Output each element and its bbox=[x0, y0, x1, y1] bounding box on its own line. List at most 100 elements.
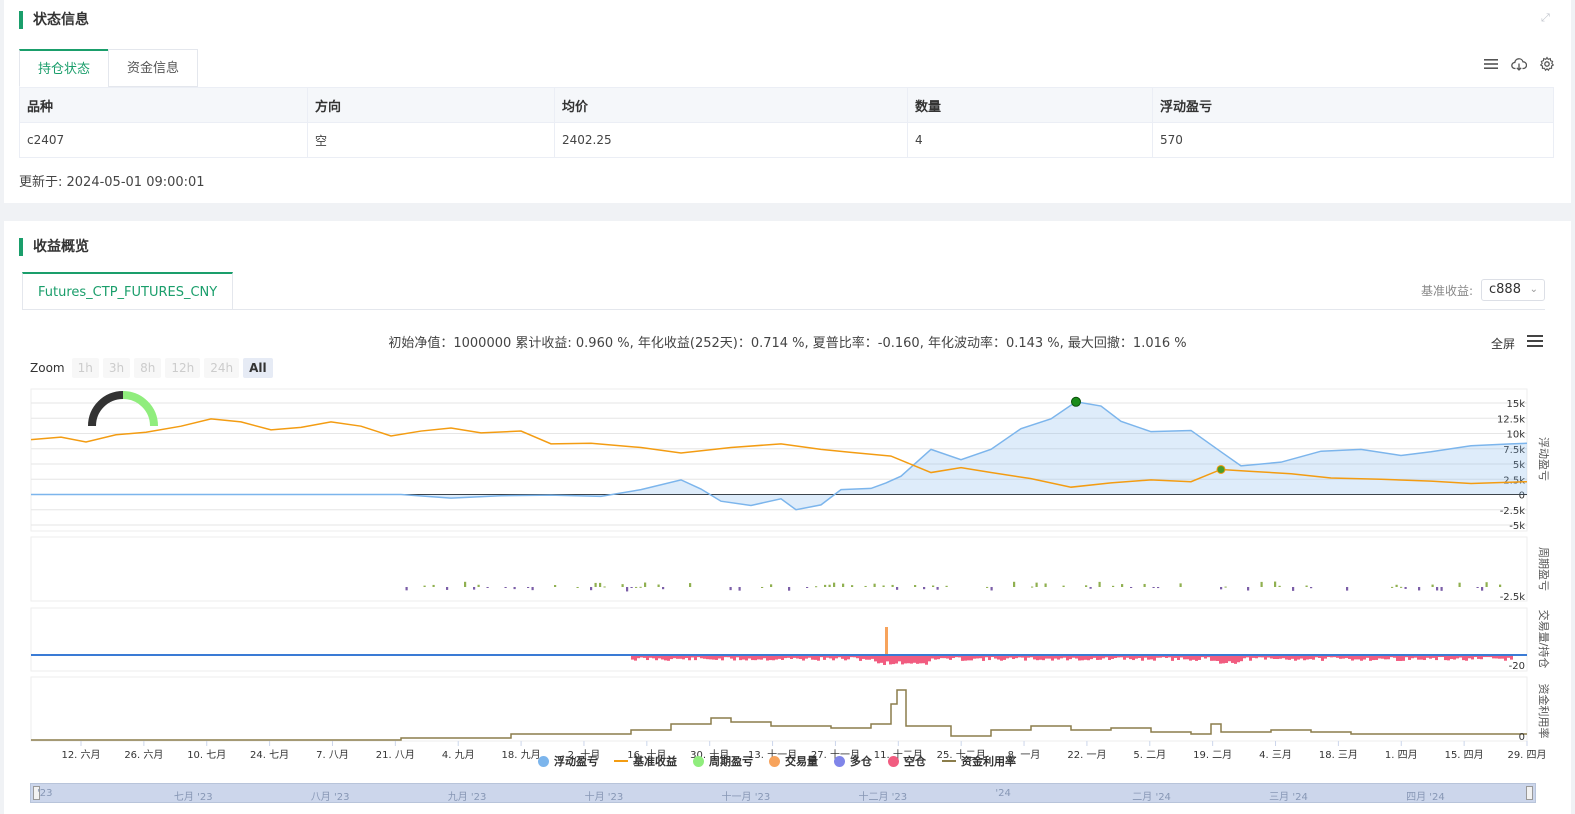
x-tick-label: 4. 九月 bbox=[442, 749, 475, 761]
period-pnl-bar bbox=[1431, 584, 1434, 587]
period-pnl-bar bbox=[1044, 583, 1047, 587]
period-pnl-bar bbox=[945, 585, 948, 587]
navigator-label: 四月 '24 bbox=[1406, 792, 1445, 803]
status-panel: 状态信息 ⤢ 持仓状态 资金信息 品种 方向 均价 数量 浮动盈亏 c2407 … bbox=[4, 0, 1571, 203]
navigator-label: '24 bbox=[995, 788, 1011, 799]
profit-panel: 收益概览 Futures_CTP_FUTURES_CNY 基准收益: c888 … bbox=[4, 221, 1571, 814]
col-header: 品种 bbox=[19, 87, 308, 123]
period-pnl-bar bbox=[576, 586, 579, 588]
period-pnl-bar bbox=[738, 587, 741, 591]
short-position-bar bbox=[907, 655, 910, 664]
navigator-label: 三月 '24 bbox=[1269, 792, 1308, 803]
legend-item-short[interactable]: 空仓 bbox=[888, 753, 926, 769]
period-pnl-bar bbox=[486, 587, 489, 588]
legend-label: 浮动盈亏 bbox=[554, 755, 598, 768]
period-pnl-bar bbox=[644, 582, 647, 587]
legend-item-float-pnl[interactable]: 浮动盈亏 bbox=[538, 753, 598, 769]
period-pnl-bar bbox=[873, 583, 876, 587]
short-position-bar bbox=[1222, 655, 1225, 664]
period-pnl-bar bbox=[824, 584, 827, 587]
table-header-row: 品种 方向 均价 数量 浮动盈亏 bbox=[19, 87, 1554, 123]
legend-item-benchmark[interactable]: 基准收益 bbox=[614, 753, 677, 769]
period-pnl-bar bbox=[662, 587, 665, 590]
x-tick-label: 1. 四月 bbox=[1385, 749, 1418, 761]
period-pnl-bar bbox=[1310, 587, 1313, 589]
period-pnl-bar bbox=[621, 584, 624, 587]
period-pnl-bar bbox=[1013, 581, 1016, 587]
period-pnl-bar bbox=[729, 587, 732, 591]
period-pnl-bar bbox=[1395, 584, 1398, 587]
period-pnl-bar bbox=[932, 585, 935, 587]
legend-item-utilization[interactable]: 资金利用率 bbox=[942, 753, 1016, 769]
period-pnl-bar bbox=[864, 585, 867, 587]
y-tick-label: 0 bbox=[1519, 732, 1525, 743]
period-pnl-bar bbox=[806, 587, 809, 588]
legend-item-long[interactable]: 多仓 bbox=[834, 753, 872, 769]
period-pnl-bar bbox=[923, 587, 926, 590]
period-pnl-bar bbox=[554, 585, 557, 587]
pane-volume bbox=[30, 607, 1528, 672]
y-tick-label: -2.5k bbox=[1500, 506, 1526, 517]
short-position-bar bbox=[913, 655, 916, 663]
legend-dot-icon bbox=[769, 755, 780, 767]
y-tick-label: 12.5k bbox=[1497, 414, 1525, 425]
period-pnl-bar bbox=[1157, 587, 1160, 589]
navigator-label: '23 bbox=[37, 788, 53, 799]
cell-avg-price: 2402.25 bbox=[554, 122, 908, 158]
period-pnl-bar bbox=[626, 587, 629, 592]
y-axis-title: 交易量/持仓 bbox=[1537, 610, 1551, 669]
navigator-label: 九月 '23 bbox=[447, 792, 487, 803]
tab-fund-info[interactable]: 资金信息 bbox=[108, 49, 199, 87]
period-pnl-bar bbox=[833, 582, 836, 587]
navigator-label: 十月 '23 bbox=[584, 792, 624, 803]
profit-chart[interactable]: 15k12.5k10k7.5k5k2.5k0-2.5k-5k浮动盈亏-2.5k周… bbox=[4, 221, 1571, 814]
x-tick-label: 21. 八月 bbox=[376, 749, 415, 761]
period-pnl-bar bbox=[1485, 582, 1488, 587]
y-tick-label: -20 bbox=[1509, 661, 1525, 672]
period-pnl-bar bbox=[531, 587, 534, 591]
status-title: 状态信息 bbox=[19, 11, 89, 29]
cell-quantity: 4 bbox=[907, 122, 1153, 158]
time-navigator[interactable]: '23 七月 '23 八月 '23 九月 '23 十月 '23 十一月 '23 十二月 '2… bbox=[30, 783, 1536, 803]
legend-item-volume[interactable]: 交易量 bbox=[769, 753, 818, 769]
list-icon[interactable] bbox=[1483, 56, 1499, 72]
period-pnl-bar bbox=[882, 585, 885, 587]
y-axis-title: 浮动盈亏 bbox=[1537, 437, 1550, 481]
period-pnl-bar bbox=[1400, 586, 1403, 588]
y-tick-label: -5k bbox=[1509, 521, 1525, 532]
col-header: 浮动盈亏 bbox=[1152, 87, 1554, 123]
legend-dot-icon bbox=[888, 755, 899, 767]
period-pnl-bar bbox=[986, 586, 989, 588]
period-pnl-bar bbox=[1031, 586, 1034, 588]
status-tabs: 持仓状态 资金信息 bbox=[19, 49, 199, 87]
period-pnl-bar bbox=[761, 586, 764, 588]
legend-item-period-pnl[interactable]: 周期盈亏 bbox=[693, 753, 753, 769]
expand-icon[interactable]: ⤢ bbox=[1541, 12, 1553, 24]
period-pnl-bar bbox=[1085, 585, 1088, 587]
cell-symbol: c2407 bbox=[19, 122, 308, 158]
period-pnl-bar bbox=[446, 587, 449, 590]
period-pnl-bar bbox=[1224, 586, 1227, 588]
period-pnl-bar bbox=[513, 587, 516, 590]
y-tick-label: 15k bbox=[1506, 399, 1525, 410]
navigator-label: 十二月 '23 bbox=[858, 792, 908, 803]
navigator-right-handle[interactable] bbox=[1526, 786, 1533, 800]
period-pnl-bar bbox=[594, 582, 597, 587]
short-position-bar bbox=[880, 655, 883, 663]
x-tick-label: 12. 六月 bbox=[61, 749, 100, 761]
short-position-bar bbox=[910, 655, 913, 664]
short-position-bar bbox=[925, 655, 928, 665]
tab-position-status[interactable]: 持仓状态 bbox=[19, 49, 110, 87]
period-pnl-bar bbox=[630, 587, 633, 588]
period-pnl-bar bbox=[1274, 581, 1277, 587]
y-axis-title: 资金利用率 bbox=[1537, 684, 1551, 739]
y-tick-label: -2.5k bbox=[1500, 592, 1526, 603]
period-pnl-bar bbox=[1418, 587, 1421, 591]
gear-icon[interactable] bbox=[1539, 56, 1555, 72]
period-pnl-bar bbox=[1062, 585, 1065, 587]
period-pnl-bar bbox=[770, 584, 773, 587]
x-tick-label: 18. 三月 bbox=[1319, 749, 1358, 761]
period-pnl-bar bbox=[473, 587, 476, 590]
pane-period-pnl bbox=[30, 536, 1528, 602]
cloud-download-icon[interactable] bbox=[1511, 56, 1528, 72]
